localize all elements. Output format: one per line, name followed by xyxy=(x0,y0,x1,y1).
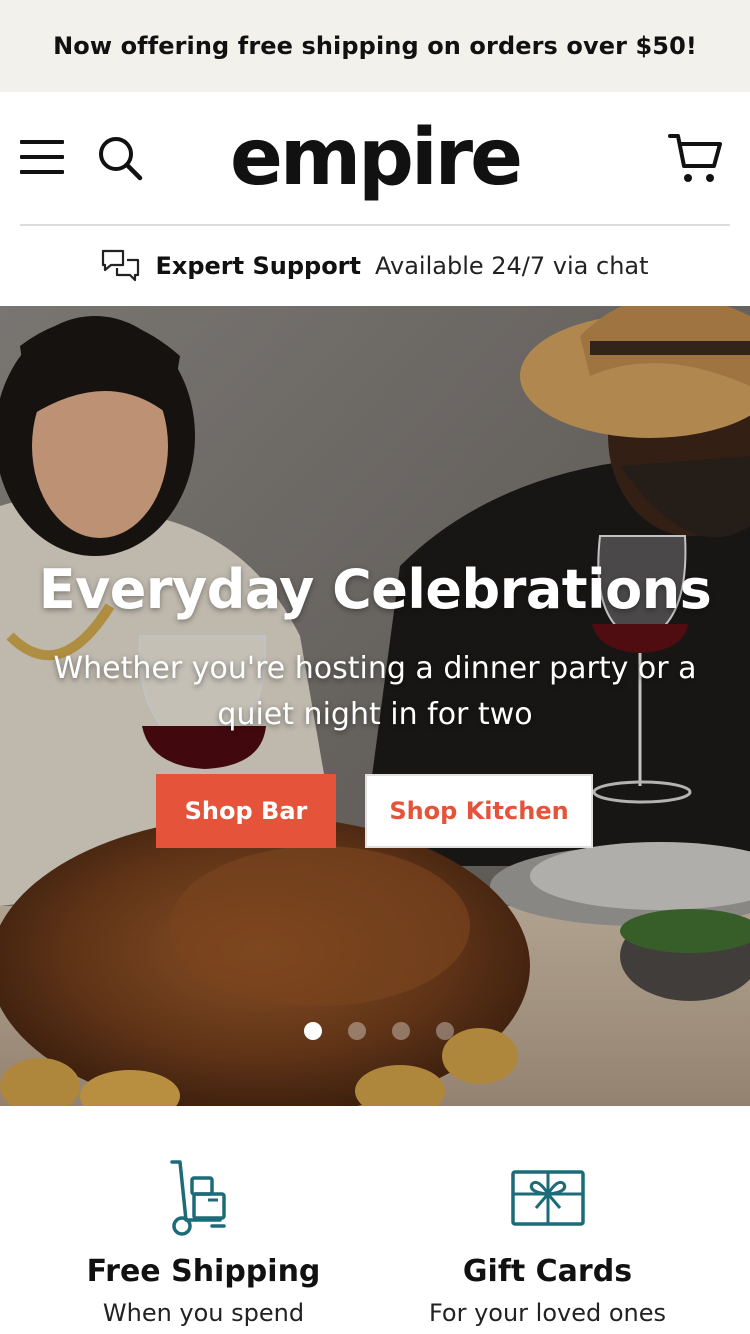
support-banner[interactable]: Expert Support Available 24/7 via chat xyxy=(0,226,750,306)
search-icon[interactable] xyxy=(96,134,144,182)
carousel-dots xyxy=(0,1022,750,1042)
announcement-bar: Now offering free shipping on orders ove… xyxy=(0,0,750,92)
hero-subtitle: Whether you're hosting a dinner party or… xyxy=(53,651,697,732)
feature-subtitle: When you spend xyxy=(102,1299,305,1327)
support-text: Available 24/7 via chat xyxy=(375,252,649,280)
site-logo[interactable]: empire xyxy=(230,119,523,197)
feature-title: Gift Cards xyxy=(462,1254,633,1289)
carousel-dot-2[interactable] xyxy=(348,1022,366,1040)
gift-card-icon xyxy=(510,1170,585,1226)
shop-bar-button[interactable]: Shop Bar xyxy=(156,774,336,848)
announcement-text: Now offering free shipping on orders ove… xyxy=(53,32,697,60)
carousel-dot-3[interactable] xyxy=(392,1022,410,1040)
shop-kitchen-button[interactable]: Shop Kitchen xyxy=(365,774,593,848)
features-section: Free Shipping When you spend Gift Cards … xyxy=(0,1106,750,1334)
hero-carousel[interactable]: Everyday Celebrations Whether you're hos… xyxy=(0,306,750,1106)
hand-truck-delivery-icon xyxy=(169,1160,226,1236)
hamburger-menu-icon[interactable] xyxy=(20,140,64,174)
hero-title: Everyday Celebrations xyxy=(38,558,712,621)
feature-title: Free Shipping xyxy=(86,1254,321,1289)
feature-subtitle: For your loved ones xyxy=(428,1299,667,1327)
carousel-dot-1[interactable] xyxy=(304,1022,322,1040)
shopping-cart-icon[interactable] xyxy=(668,132,722,184)
feature-free-shipping: Free Shipping When you spend xyxy=(16,1106,391,1334)
chat-bubbles-icon xyxy=(102,249,140,282)
site-header: empire xyxy=(0,92,750,225)
support-title: Expert Support xyxy=(155,252,361,280)
feature-gift-cards: Gift Cards For your loved ones xyxy=(360,1106,735,1334)
carousel-dot-4[interactable] xyxy=(436,1022,454,1040)
